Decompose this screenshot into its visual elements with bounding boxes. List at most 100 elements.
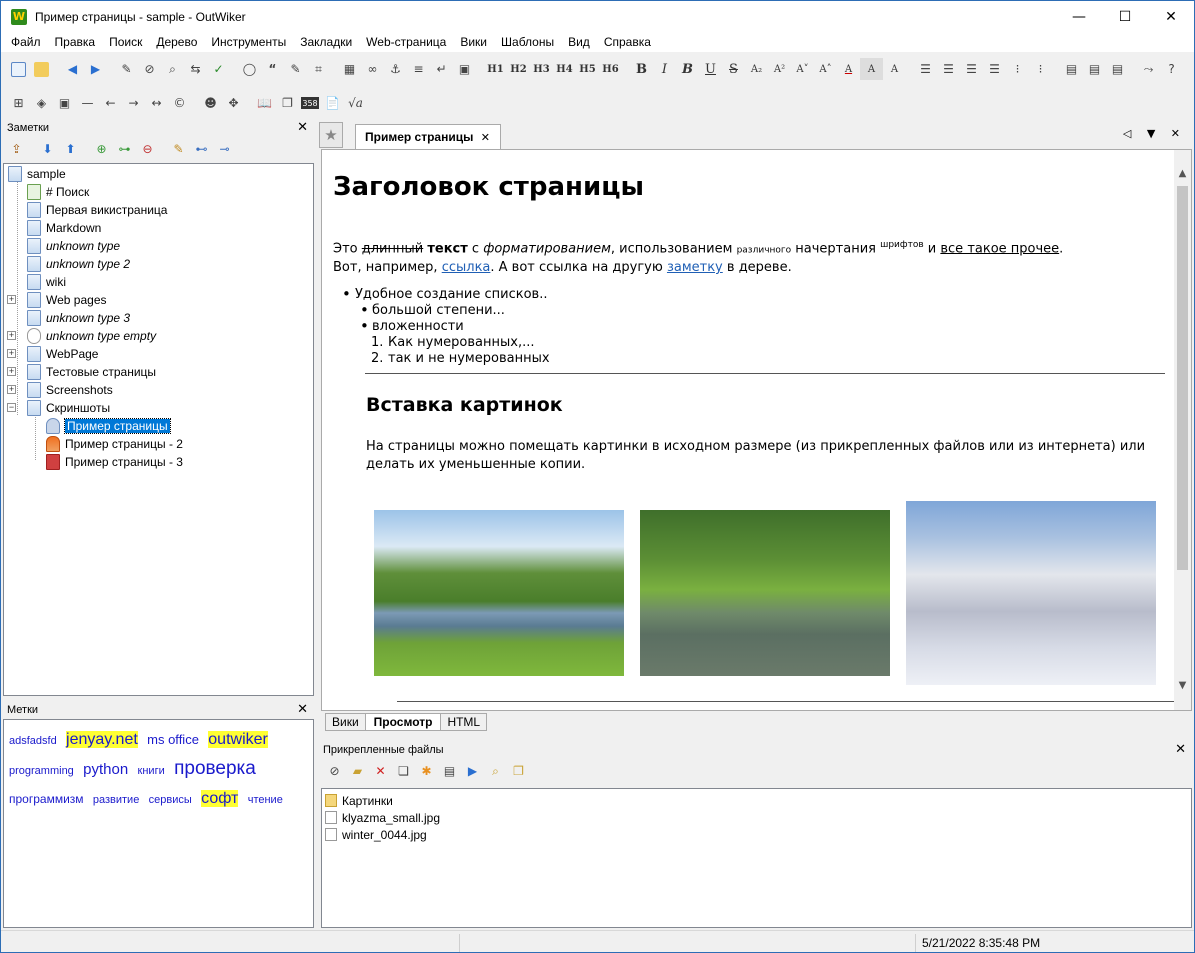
move-down-icon[interactable]: ⬇	[36, 138, 59, 160]
menu-webpage[interactable]: Web-страница	[359, 35, 453, 49]
arrow-both-icon[interactable]: ↔	[145, 92, 168, 114]
table-icon[interactable]: ▦	[338, 58, 361, 80]
h5-button[interactable]: H5	[576, 58, 599, 80]
tag-5[interactable]: python	[83, 761, 128, 778]
tag-8[interactable]: программизм	[9, 792, 84, 806]
notes-tree[interactable]: sample # Поиск Первая викистраница Markd…	[3, 163, 314, 696]
spellcheck-icon[interactable]: ✓	[207, 58, 230, 80]
tree-item-example-page-3[interactable]: Пример страницы - 3	[46, 453, 183, 471]
tree-item-search[interactable]: # Поиск	[27, 183, 89, 201]
forward-arrow-icon[interactable]: ▶	[84, 58, 107, 80]
tag-10[interactable]: сервисы	[149, 794, 192, 806]
tree-item-unknown-type-3[interactable]: unknown type 3	[27, 309, 130, 327]
subscript-button[interactable]: A₂	[745, 58, 768, 80]
tree-item-example-page-2[interactable]: Пример страницы - 2	[46, 435, 183, 453]
link-zametku[interactable]: заметку	[667, 260, 723, 275]
attachments-close-icon[interactable]: ✕	[1175, 741, 1186, 759]
close-window-button[interactable]: ✕	[1148, 1, 1194, 32]
numbered-list-icon[interactable]: ⁝	[1029, 58, 1052, 80]
rename-icon[interactable]: ✎	[167, 138, 190, 160]
move-up-icon[interactable]: ⬆	[59, 138, 82, 160]
tag-6[interactable]: книги	[138, 765, 165, 777]
delete-icon[interactable]: ✕	[369, 760, 392, 782]
tab-close-icon[interactable]: ✕	[481, 132, 490, 144]
italic-button[interactable]: I	[653, 58, 676, 80]
code-icon[interactable]: ⌗	[307, 58, 330, 80]
maximize-button[interactable]: ☐	[1102, 1, 1148, 32]
tag-0[interactable]: adsfadsfd	[9, 735, 57, 747]
menu-edit[interactable]: Правка	[48, 35, 103, 49]
tree-item-unknown-type-2[interactable]: unknown type 2	[27, 255, 130, 273]
user-icon[interactable]: ☻	[199, 92, 222, 114]
minimize-button[interactable]: —	[1056, 1, 1102, 32]
drag-icon[interactable]: ✥	[222, 92, 245, 114]
expand-toggle[interactable]: +	[7, 295, 16, 304]
open-attach-folder-icon[interactable]: ❐	[507, 760, 530, 782]
open-folder-search-icon[interactable]: ⌕	[484, 760, 507, 782]
tab-controls[interactable]: ◁ ▼ ✕	[1123, 127, 1186, 140]
pages-icon[interactable]: ❐	[276, 92, 299, 114]
help-icon[interactable]: ?	[1160, 58, 1183, 80]
tree-item-example-page[interactable]: Пример страницы	[46, 417, 171, 435]
h3-button[interactable]: H3	[530, 58, 553, 80]
attach-icon[interactable]: ✎	[115, 58, 138, 80]
anchor-icon[interactable]: ⚓	[384, 58, 407, 80]
replace-icon[interactable]: ⇆	[184, 58, 207, 80]
link-icon[interactable]: ∞	[361, 58, 384, 80]
menu-file[interactable]: Файл	[4, 35, 48, 49]
collapse-icon[interactable]: ⊷	[190, 138, 213, 160]
expand-toggle[interactable]: +	[7, 385, 16, 394]
insert-icon[interactable]: ✱	[415, 760, 438, 782]
add-child-icon[interactable]: ⊕	[90, 138, 113, 160]
tree-structure-icon[interactable]: ⊞	[7, 92, 30, 114]
menu-tools[interactable]: Инструменты	[204, 35, 293, 49]
layout-2-icon[interactable]: ▤	[1083, 58, 1106, 80]
align-justify-icon[interactable]: ☰	[983, 58, 1006, 80]
search-icon[interactable]: ⌕	[161, 58, 184, 80]
h4-button[interactable]: H4	[553, 58, 576, 80]
tab-example-page[interactable]: Пример страницы ✕	[355, 124, 501, 149]
strikethrough-button[interactable]: S	[722, 58, 745, 80]
tag-11[interactable]: софт	[201, 790, 239, 807]
tree-item-test-pages[interactable]: + Тестовые страницы	[7, 363, 156, 381]
tree-item-webpage[interactable]: + WebPage	[7, 345, 98, 363]
new-file-icon[interactable]	[7, 58, 30, 80]
align-center-icon[interactable]: ☰	[937, 58, 960, 80]
back-arrow-icon[interactable]: ◀	[61, 58, 84, 80]
tree-item-unknown-type-empty[interactable]: + unknown type empty	[7, 327, 156, 345]
arrow-left-icon[interactable]: ←	[99, 92, 122, 114]
font-decrease-button[interactable]: A˄	[814, 58, 837, 80]
layout-3-icon[interactable]: ▤	[1106, 58, 1129, 80]
quote-icon[interactable]: “	[261, 58, 284, 80]
copyright-icon[interactable]: ©	[168, 92, 191, 114]
notes-panel-close-icon[interactable]: ✕	[297, 119, 308, 137]
menu-wiki[interactable]: Вики	[453, 35, 494, 49]
expand-toggle[interactable]: +	[7, 331, 16, 340]
scroll-down-icon[interactable]: ▼	[1174, 676, 1191, 696]
tree-item-web-pages[interactable]: + Web pages	[7, 291, 107, 309]
h6-button[interactable]: H6	[599, 58, 622, 80]
tag-9[interactable]: развитие	[93, 794, 139, 806]
tree-item-wiki[interactable]: wiki	[27, 273, 66, 291]
bullet-list-icon[interactable]: ⁝	[1006, 58, 1029, 80]
attachment-file[interactable]: klyazma_small.jpg	[325, 809, 1188, 826]
link-ssylka[interactable]: ссылка	[442, 260, 491, 275]
comment-icon[interactable]: ◯	[238, 58, 261, 80]
h1-button[interactable]: H1	[484, 58, 507, 80]
align-right-icon[interactable]: ☰	[960, 58, 983, 80]
attach-file-icon[interactable]: ⊘	[323, 760, 346, 782]
scrollbar-thumb[interactable]	[1177, 186, 1188, 570]
menu-tree[interactable]: Дерево	[149, 35, 204, 49]
tag-4[interactable]: programming	[9, 765, 74, 777]
bold-italic-button[interactable]: B	[676, 58, 699, 80]
font-increase-button[interactable]: A˅	[791, 58, 814, 80]
tag-2[interactable]: ms office	[147, 732, 199, 747]
layout-icon[interactable]: ▤	[1060, 58, 1083, 80]
remove-page-icon[interactable]: ⊖	[136, 138, 159, 160]
tab-html[interactable]: HTML	[440, 713, 488, 731]
attachment-file[interactable]: winter_0044.jpg	[325, 826, 1188, 843]
tag-7[interactable]: проверка	[174, 758, 256, 779]
underline-button[interactable]: U	[699, 58, 722, 80]
menu-search[interactable]: Поиск	[102, 35, 149, 49]
execute-icon[interactable]: ▶	[461, 760, 484, 782]
